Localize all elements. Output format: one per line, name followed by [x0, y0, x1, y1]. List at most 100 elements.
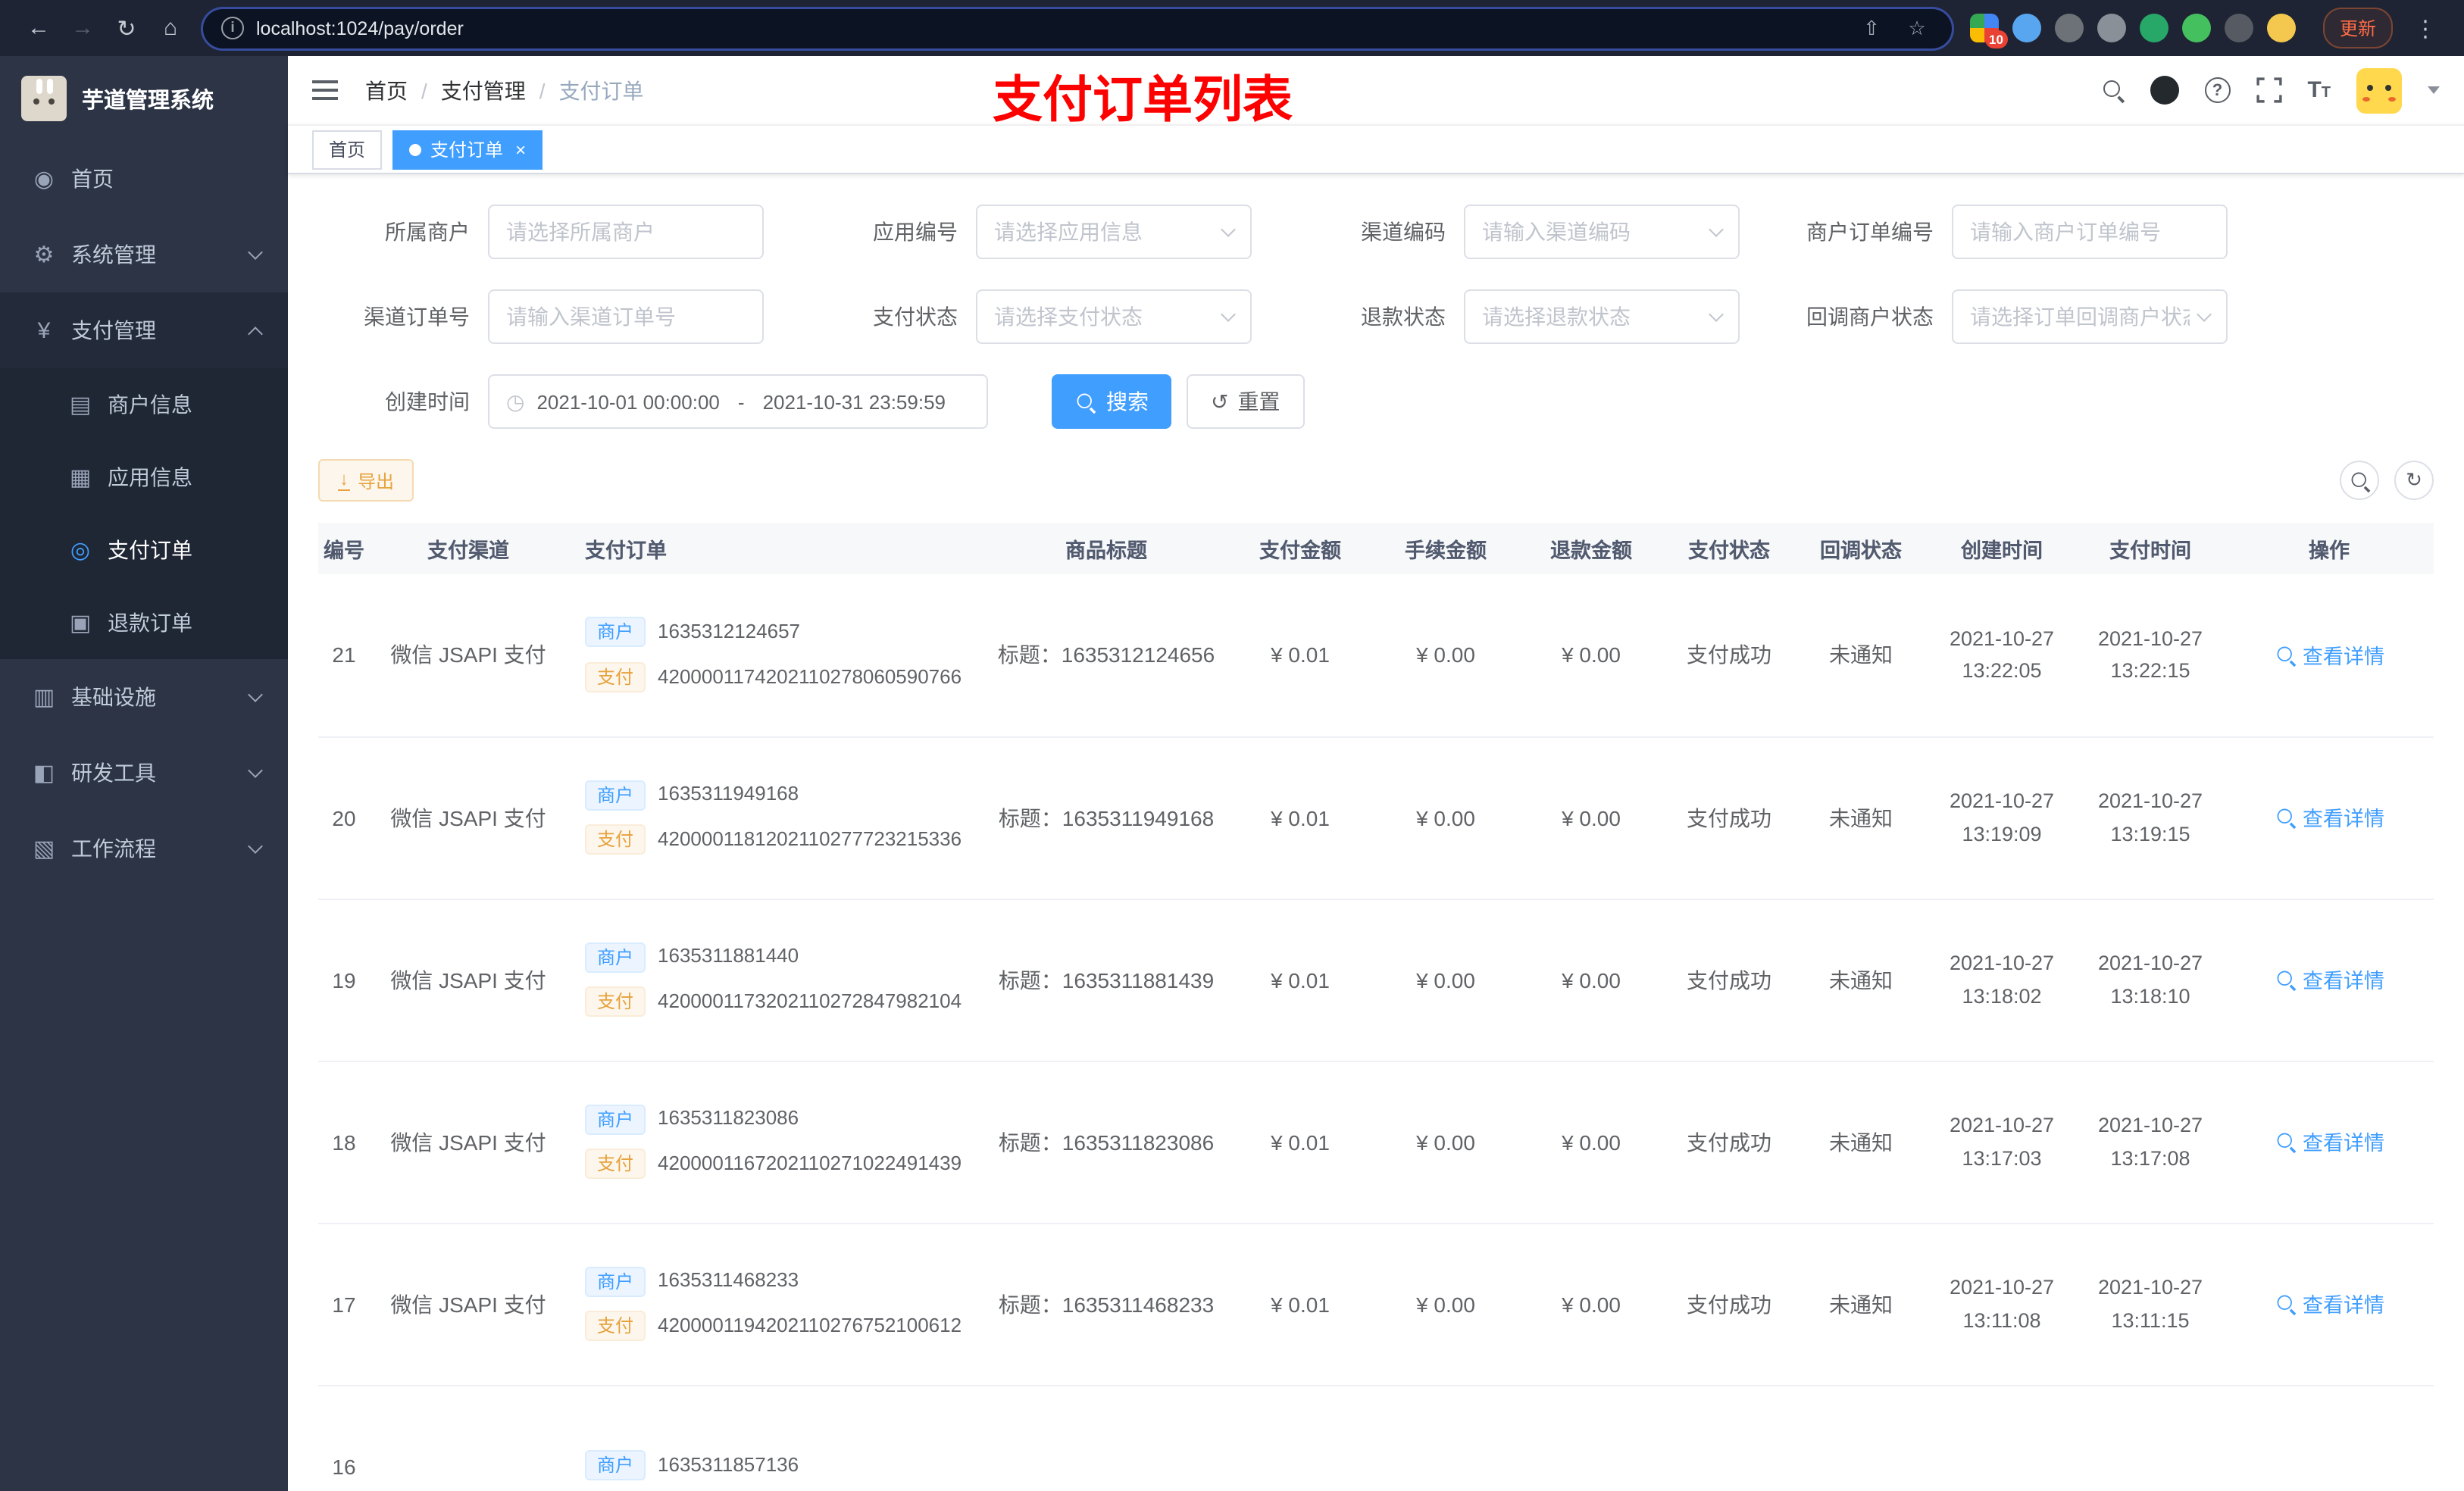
address-bar[interactable]: i localhost:1024/pay/order ⇧ ☆	[203, 8, 1952, 48]
share-icon[interactable]: ⇧	[1855, 16, 1888, 40]
select-placeholder: 请选择退款状态	[1482, 305, 1631, 329]
cell-fee-amount: ¥ 0.00	[1416, 1130, 1475, 1154]
browser-update-button[interactable]: 更新	[2322, 8, 2393, 48]
filter-select-pay-status[interactable]: 请选择支付状态	[976, 289, 1252, 344]
cell-action: 查看详情	[2225, 736, 2434, 899]
filter-input-channel-order-no[interactable]	[506, 305, 746, 329]
sidebar-item-system[interactable]: ⚙ 系统管理	[0, 217, 288, 292]
create-date: 2021-10-27	[1949, 951, 2055, 974]
back-icon[interactable]: ←	[18, 15, 59, 41]
view-detail-link[interactable]: 查看详情	[2274, 1127, 2384, 1157]
help-button[interactable]: ?	[2204, 77, 2231, 103]
sidebar-item-workflow[interactable]: ▧ 工作流程	[0, 811, 288, 886]
home-icon[interactable]: ⌂	[150, 15, 191, 41]
extension-icon[interactable]	[2097, 14, 2126, 42]
extension-icon[interactable]	[2012, 14, 2041, 42]
select-placeholder: 请选择支付状态	[994, 305, 1143, 329]
filter-label: 所属商户	[385, 220, 470, 244]
merchant-tag: 商户	[585, 617, 646, 648]
page-title: 支付订单列表	[993, 71, 1293, 127]
extension-icon[interactable]	[2139, 14, 2169, 42]
tab-home[interactable]: 首页	[312, 130, 383, 169]
extension-icon[interactable]: 10	[1969, 14, 2008, 48]
extension-icon[interactable]	[2181, 14, 2211, 42]
github-icon	[2150, 76, 2179, 105]
reset-button[interactable]: ↺ 重置	[1187, 374, 1305, 429]
view-detail-link[interactable]: 查看详情	[2274, 964, 2384, 995]
filter-input-merchant-order-no[interactable]	[1952, 205, 2228, 259]
pay-date: 2021-10-27	[2097, 1113, 2203, 1136]
filter-input-merchant[interactable]	[506, 220, 746, 244]
filter-input-merchant-order-no[interactable]	[1970, 220, 2209, 244]
filter-select-channel-code[interactable]: 请输入渠道编码	[1464, 205, 1740, 259]
cell-pay-time: 2021-10-27 13:11:15	[2076, 1223, 2225, 1385]
filter-select-notify-status[interactable]: 请选择订单回调商户状态	[1952, 289, 2228, 344]
search-menu-button[interactable]	[2101, 79, 2124, 102]
app-logo[interactable]: 芋道管理系统	[0, 56, 288, 141]
sidebar-item-label: 工作流程	[71, 836, 156, 861]
filter-input-channel-order-no[interactable]	[488, 289, 764, 344]
breadcrumb-item-home[interactable]: 首页	[365, 75, 408, 105]
filter-select-app-no[interactable]: 请选择应用信息	[976, 205, 1252, 259]
refresh-table-button[interactable]: ↻	[2394, 461, 2434, 500]
create-time: 13:17:03	[1962, 1146, 2042, 1169]
sidebar-item-payment[interactable]: ¥ 支付管理	[0, 292, 288, 368]
column-header: 操作	[2225, 523, 2434, 574]
filter-input-merchant[interactable]	[488, 205, 764, 259]
filter-field-notify-status: 回调商户状态 请选择订单回调商户状态	[1782, 289, 2228, 344]
forward-icon[interactable]: →	[62, 15, 103, 41]
filter-row-3: 创建时间 ◷ 2021-10-01 00:00:00 - 2021-10-31 …	[318, 374, 2434, 429]
font-size-button[interactable]: TT	[2307, 77, 2331, 103]
sidebar-item-home[interactable]: ◉ 首页	[0, 141, 288, 217]
target-icon: ◎	[70, 538, 91, 564]
view-detail-link[interactable]: 查看详情	[2274, 802, 2384, 833]
view-detail-link[interactable]: 查看详情	[2274, 1289, 2384, 1319]
extension-icon[interactable]	[2266, 14, 2296, 42]
grid-icon: ▦	[69, 465, 92, 491]
sidebar-item-pay-order[interactable]: ◎ 支付订单	[0, 514, 288, 586]
export-button[interactable]: ↓ 导出	[318, 459, 414, 502]
sidebar-item-merchant-info[interactable]: ▤ 商户信息	[0, 368, 288, 441]
sidebar-item-devtools[interactable]: ◧ 研发工具	[0, 735, 288, 811]
pay-date: 2021-10-27	[2097, 627, 2203, 650]
site-info-icon[interactable]: i	[221, 17, 244, 39]
cell-notify-status: 未通知	[1829, 1130, 1893, 1154]
date-end-value: 2021-10-31 23:59:59	[762, 390, 946, 413]
bookmark-star-icon[interactable]: ☆	[1900, 16, 1934, 40]
cell-id: 18	[332, 1130, 356, 1154]
breadcrumb-item-payment[interactable]: 支付管理	[441, 75, 526, 105]
fullscreen-button[interactable]	[2256, 77, 2282, 103]
date-range-picker[interactable]: ◷ 2021-10-01 00:00:00 - 2021-10-31 23:59…	[488, 374, 988, 429]
search-button[interactable]: 搜索	[1052, 374, 1171, 429]
hamburger-icon[interactable]	[312, 80, 338, 100]
reload-icon[interactable]: ↻	[106, 14, 147, 42]
merchant-tag: 商户	[585, 1104, 646, 1135]
overflow-menu-icon[interactable]: ⋮	[2405, 14, 2446, 42]
chevron-down-icon[interactable]	[2428, 86, 2440, 94]
column-header: 支付时间	[2076, 523, 2225, 574]
view-detail-link[interactable]: 查看详情	[2274, 639, 2384, 670]
create-time: 13:22:05	[1962, 659, 2042, 683]
extension-icon[interactable]	[2054, 14, 2084, 42]
cell-create-time: 2021-10-27 13:19:09	[1928, 736, 2076, 899]
extension-icon[interactable]	[2224, 14, 2253, 42]
sidebar-item-infrastructure[interactable]: ▥ 基础设施	[0, 659, 288, 735]
cell-action: 查看详情	[2225, 899, 2434, 1061]
close-tab-icon[interactable]: ×	[515, 139, 526, 160]
font-size-icon: TT	[2307, 77, 2331, 103]
cell-pay-status: 支付成功	[1687, 1130, 1771, 1154]
toggle-search-button[interactable]	[2340, 461, 2379, 500]
user-avatar[interactable]	[2356, 67, 2402, 113]
sidebar-item-label: 首页	[71, 167, 114, 191]
sidebar-item-app-info[interactable]: ▦ 应用信息	[0, 441, 288, 514]
cell-pay-time	[2076, 1385, 2225, 1491]
filter-select-refund-status[interactable]: 请选择退款状态	[1464, 289, 1740, 344]
order-pay-line: 支付 4200001167202110271022491439	[585, 1149, 979, 1180]
cell-title	[985, 1385, 1227, 1491]
github-button[interactable]	[2150, 76, 2179, 105]
breadcrumb-separator: /	[421, 78, 427, 102]
tab-pay-order[interactable]: 支付订单 ×	[392, 130, 543, 169]
create-date: 2021-10-27	[1949, 1275, 2055, 1299]
cell-pay-status: 支付成功	[1687, 1292, 1771, 1316]
sidebar-item-refund-order[interactable]: ▣ 退款订单	[0, 586, 288, 659]
